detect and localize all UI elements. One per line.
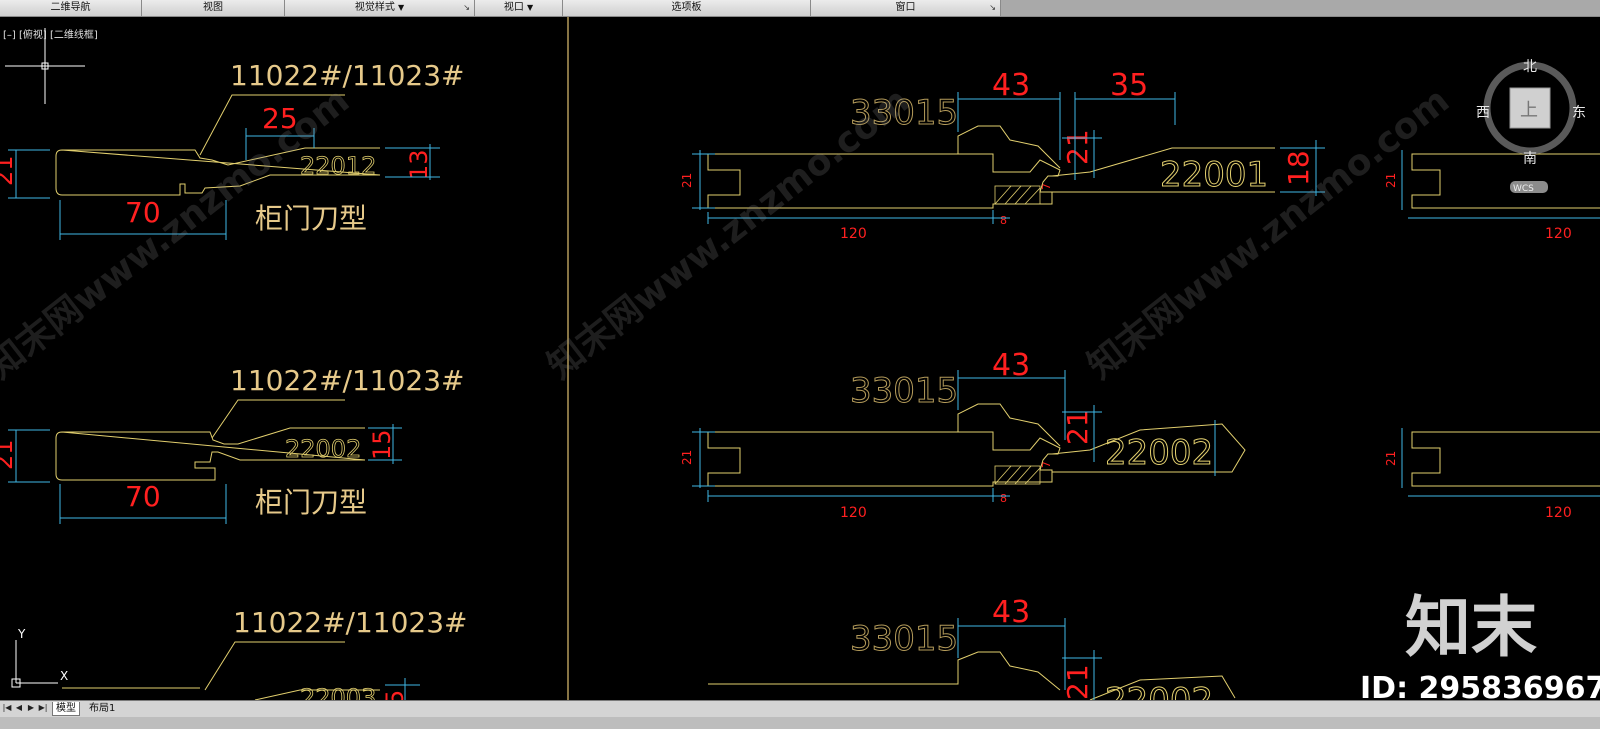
viewcube-east[interactable]: 东 (1572, 105, 1586, 121)
panel-window[interactable]: 窗口 ↘ (811, 0, 1001, 16)
dim-length: 120 (840, 226, 867, 242)
dim-b: 35 (1110, 68, 1148, 103)
hatch-pattern (994, 465, 1041, 485)
dim-height: 21 (0, 155, 18, 186)
dim-h2: 15 (368, 429, 396, 460)
dim-length: 120 (840, 505, 867, 521)
dim-a: 43 (992, 68, 1030, 103)
hatch-pattern (994, 185, 1041, 205)
dropdown-arrow-icon: ▼ (527, 3, 534, 12)
expand-icon[interactable]: ↘ (989, 0, 996, 16)
status-strip (0, 717, 1600, 729)
last-layout-icon[interactable]: ▶| (38, 703, 48, 713)
profile-code-label: 22002 (1105, 433, 1213, 473)
left-profile-block-1[interactable]: 11022#/11023# 22012 70 25 21 13 柜门刀型 (0, 59, 465, 240)
panel-viewports[interactable]: 视口 ▼ (475, 0, 563, 16)
panel-2d-navigation[interactable]: 二维导航 (0, 0, 142, 16)
dim-c: 21 (1061, 129, 1094, 165)
door-code-label: 33015 (850, 619, 958, 659)
dim-thk: 21 (1384, 451, 1398, 466)
model-code-label: 11022#/11023# (233, 606, 468, 639)
viewport-controls-label[interactable]: [–] [俯视] [二维线框] (3, 26, 98, 41)
dim-width: 70 (125, 480, 161, 513)
brand-watermark: 知末 ID: 295836967 (1360, 589, 1600, 706)
right-section-row-3[interactable]: 33015 43 21 22002 (708, 595, 1236, 722)
ucs-x-label: X (60, 669, 68, 683)
watermark-text: 知末网www.znzmo.com (1080, 80, 1457, 387)
brand-logo-text: 知末 (1405, 589, 1537, 666)
next-layout-icon[interactable]: ▶ (26, 703, 36, 713)
door-code-label: 33015 (850, 371, 958, 411)
dim-height: 21 (0, 439, 18, 470)
profile-code-label: 22003 (300, 684, 376, 700)
drawing-canvas[interactable]: 11022#/11023# 22012 70 25 21 13 柜门刀型 110… (0, 17, 1600, 722)
dim-small: 8 (1000, 492, 1007, 505)
ucs-y-label: Y (17, 627, 26, 641)
cad-drawing[interactable]: 11022#/11023# 22012 70 25 21 13 柜门刀型 110… (0, 17, 1600, 722)
dim-length: 120 (1545, 505, 1572, 521)
dim-a: 43 (992, 595, 1030, 630)
dim-small: 8 (1000, 214, 1007, 227)
viewcube-south[interactable]: 南 (1523, 151, 1537, 167)
ribbon-empty-area (1001, 0, 1600, 16)
viewcube-top-label: 上 (1520, 100, 1538, 121)
dim-c: 21 (1061, 409, 1094, 445)
dim-h1: 13 (405, 149, 433, 180)
wcs-label: WCS (1513, 184, 1534, 194)
profile-code-label: 22001 (1160, 155, 1268, 195)
dim-thk: 21 (680, 173, 694, 188)
dim-length: 120 (1545, 226, 1572, 242)
dim-thk: 21 (680, 450, 694, 465)
tab-model[interactable]: 模型 (52, 702, 80, 716)
profile-code-label: 22012 (300, 152, 376, 180)
ucs-icon[interactable]: Y X (11, 627, 68, 688)
first-layout-icon[interactable]: |◀ (2, 703, 12, 713)
profile-code-label: 22002 (1105, 681, 1213, 700)
viewcube-north[interactable]: 北 (1523, 59, 1537, 75)
ribbon-panel-bar: 二维导航 视图 视觉样式 ▼ ↘ 视口 ▼ 选项板 窗口 ↘ (0, 0, 1600, 17)
profile-code-label: 22002 (285, 435, 361, 463)
panel-visual-styles[interactable]: 视觉样式 ▼ ↘ (285, 0, 475, 16)
right-section-row-2[interactable]: 33015 43 21 22002 120 21 8 7 (680, 348, 1246, 521)
left-profile-block-2[interactable]: 11022#/11023# 22002 70 21 15 柜门刀型 (0, 364, 465, 524)
dropdown-arrow-icon: ▼ (398, 3, 405, 12)
panel-palettes[interactable]: 选项板 (563, 0, 811, 16)
viewcube-west[interactable]: 西 (1476, 105, 1490, 121)
caption-label: 柜门刀型 (255, 486, 367, 519)
dim-c: 21 (1061, 664, 1094, 700)
model-code-label: 11022#/11023# (230, 364, 465, 397)
expand-icon[interactable]: ↘ (463, 0, 470, 16)
tab-layout1[interactable]: 布局1 (86, 702, 118, 715)
model-code-label: 11022#/11023# (230, 59, 465, 92)
viewcube[interactable]: 上 北 南 西 东 WCS (1476, 59, 1586, 194)
layout-tab-bar: |◀ ◀ ▶ ▶| 模型 布局1 (0, 700, 1600, 729)
image-id-label: ID: 295836967 (1360, 671, 1600, 700)
dim-thk: 21 (1384, 173, 1398, 188)
panel-view[interactable]: 视图 (142, 0, 285, 16)
prev-layout-icon[interactable]: ◀ (14, 703, 24, 713)
caption-label: 柜门刀型 (255, 202, 367, 235)
right-partial-profiles[interactable]: 120 120 21 21 (1384, 150, 1600, 521)
left-profile-block-3[interactable]: 11022#/11023# 22003 5 (62, 606, 468, 712)
